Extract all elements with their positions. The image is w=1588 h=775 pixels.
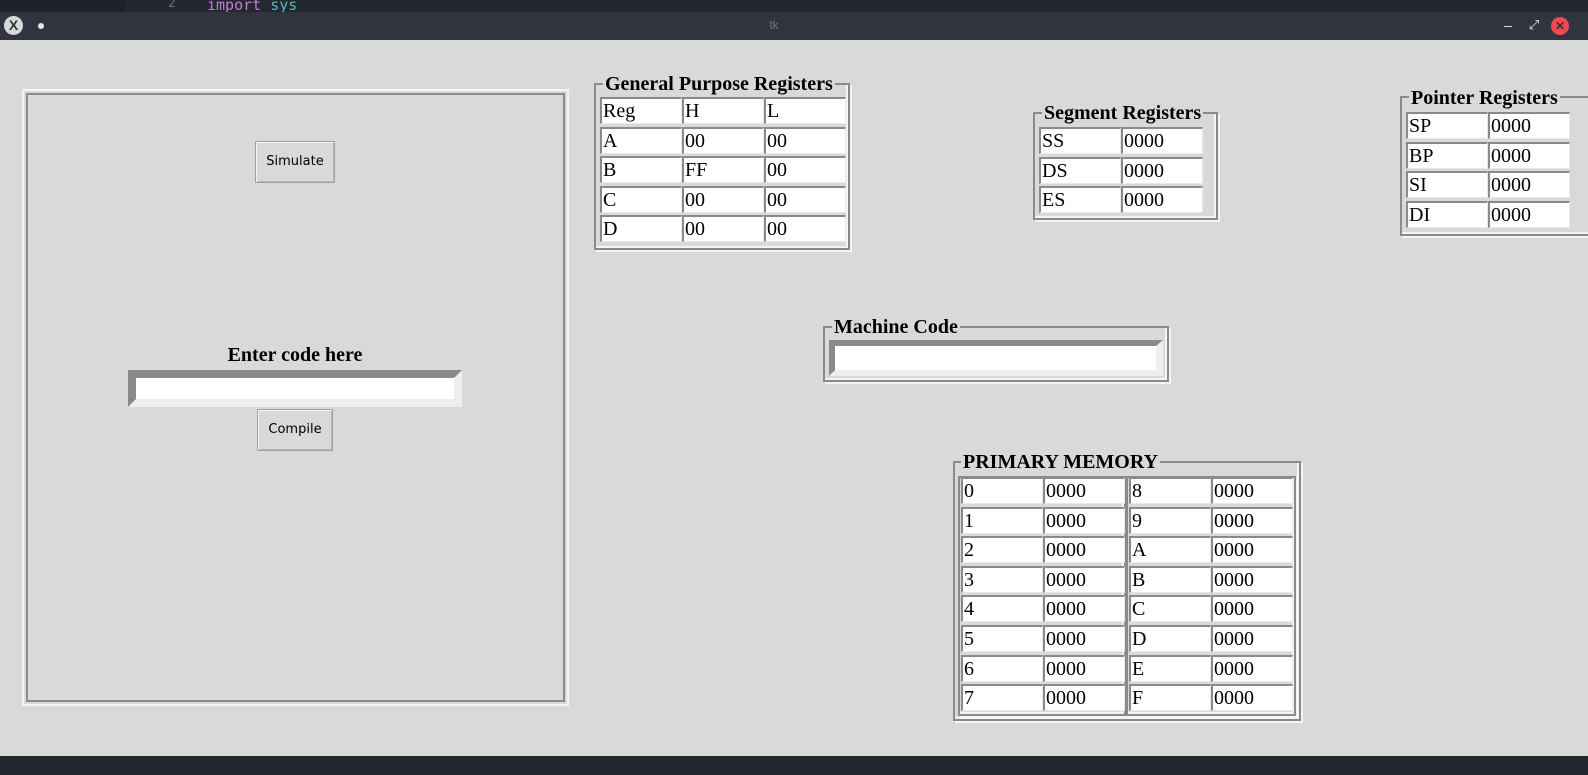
memory-left-cell-r1-c0: 1 — [961, 506, 1043, 534]
memory-right-cell-r3-c1: 0000 — [1211, 565, 1293, 593]
maximize-icon[interactable]: ⤢ — [1526, 16, 1542, 34]
gpr-cell-r0-c0: Reg — [600, 97, 682, 124]
background-editor: 2 import sys — [0, 0, 1588, 12]
memory-right-cell-r5-c1: 0000 — [1211, 625, 1293, 652]
memory-left-cell-r5-c0: 5 — [961, 625, 1043, 652]
memory-right-cell-r2-c1: 0000 — [1211, 536, 1293, 564]
editor-line-number: 2 — [168, 0, 176, 11]
gpr-cell-r4-c1: 00 — [682, 215, 764, 243]
pointer-cell-r0-c0: SP — [1406, 112, 1488, 139]
pointer-cell-r3-c0: DI — [1406, 200, 1488, 228]
gpr-cell-r2-c1: FF — [682, 156, 764, 184]
segment-cell-r1-c1: 0000 — [1121, 156, 1203, 184]
window-title: tk — [769, 18, 779, 32]
pointer-cell-r0-c1: 0000 — [1488, 112, 1570, 139]
memory-left-cell-r5-c1: 0000 — [1043, 625, 1125, 652]
pointer-title: Pointer Registers — [1409, 87, 1560, 109]
memory-left-cell-r2-c1: 0000 — [1043, 536, 1125, 564]
memory-left-cell-r7-c0: 7 — [961, 684, 1043, 712]
memory-right-cell-r5-c0: D — [1129, 625, 1211, 652]
memory-right-cell-r0-c1: 0000 — [1211, 477, 1293, 504]
memory-right-cell-r7-c1: 0000 — [1211, 684, 1293, 712]
pointer-cell-r1-c0: BP — [1406, 141, 1488, 169]
pointer-cell-r3-c1: 0000 — [1488, 200, 1570, 228]
editor-keyword: import — [207, 0, 262, 12]
gpr-title: General Purpose Registers — [603, 73, 835, 95]
compile-button[interactable]: Compile — [257, 409, 333, 451]
gpr-cell-r0-c1: H — [682, 97, 764, 124]
minimize-icon[interactable]: – — [1500, 16, 1516, 34]
memory-right-cell-r4-c1: 0000 — [1211, 595, 1293, 623]
memory-right-cell-r0-c0: 8 — [1129, 477, 1211, 504]
memory-left-cell-r0-c0: 0 — [961, 477, 1043, 504]
code-input[interactable] — [128, 370, 462, 407]
memory-right-cell-r3-c0: B — [1129, 565, 1211, 593]
memory-right-cell-r7-c0: F — [1129, 684, 1211, 712]
pointer-cell-r2-c0: SI — [1406, 171, 1488, 199]
gpr-cell-r1-c1: 00 — [682, 126, 764, 154]
gpr-cell-r1-c2: 00 — [764, 126, 846, 154]
memory-right-cell-r4-c0: C — [1129, 595, 1211, 623]
editor-module: sys — [270, 0, 298, 12]
segment-title: Segment Registers — [1042, 102, 1204, 124]
enter-code-label: Enter code here — [227, 344, 363, 366]
memory-right-cell-r1-c1: 0000 — [1211, 506, 1293, 534]
pointer-cell-r2-c1: 0000 — [1488, 171, 1570, 199]
window-titlebar[interactable]: X tk – ⤢ ✕ — [0, 12, 1588, 40]
segment-cell-r0-c0: SS — [1039, 127, 1121, 154]
memory-right-cell-r1-c0: 9 — [1129, 506, 1211, 534]
editor-gutter — [0, 0, 125, 12]
segment-cell-r2-c1: 0000 — [1121, 186, 1203, 214]
pointer-cell-r1-c1: 0000 — [1488, 141, 1570, 169]
machine-code-field[interactable] — [829, 340, 1163, 376]
gpr-cell-r3-c1: 00 — [682, 185, 764, 213]
memory-left-cell-r1-c1: 0000 — [1043, 506, 1125, 534]
memory-left-cell-r4-c1: 0000 — [1043, 595, 1125, 623]
background-statusbar — [0, 756, 1588, 775]
gpr-cell-r4-c0: D — [600, 215, 682, 243]
segment-cell-r1-c0: DS — [1039, 156, 1121, 184]
memory-left-cell-r6-c0: 6 — [961, 654, 1043, 682]
gpr-cell-r1-c0: A — [600, 126, 682, 154]
simulate-button[interactable]: Simulate — [255, 141, 335, 183]
close-icon[interactable]: ✕ — [1551, 17, 1569, 35]
memory-left-cell-r6-c1: 0000 — [1043, 654, 1125, 682]
segment-cell-r2-c0: ES — [1039, 186, 1121, 214]
gpr-cell-r2-c2: 00 — [764, 156, 846, 184]
segment-cell-r0-c1: 0000 — [1121, 127, 1203, 154]
memory-right-cell-r6-c1: 0000 — [1211, 654, 1293, 682]
memory-title: PRIMARY MEMORY — [961, 451, 1161, 473]
memory-left-cell-r0-c1: 0000 — [1043, 477, 1125, 504]
memory-left-cell-r4-c0: 4 — [961, 595, 1043, 623]
memory-left-cell-r2-c0: 2 — [961, 536, 1043, 564]
editor-code-line: import sys — [207, 0, 297, 12]
memory-left-cell-r3-c0: 3 — [961, 565, 1043, 593]
memory-right-cell-r6-c0: E — [1129, 654, 1211, 682]
gpr-cell-r2-c0: B — [600, 156, 682, 184]
memory-left-cell-r3-c1: 0000 — [1043, 565, 1125, 593]
gpr-cell-r3-c0: C — [600, 185, 682, 213]
gpr-cell-r0-c2: L — [764, 97, 846, 124]
gpr-cell-r4-c2: 00 — [764, 215, 846, 243]
memory-right-cell-r2-c0: A — [1129, 536, 1211, 564]
gpr-cell-r3-c2: 00 — [764, 185, 846, 213]
machine-code-title: Machine Code — [832, 316, 960, 338]
memory-left-cell-r7-c1: 0000 — [1043, 684, 1125, 712]
